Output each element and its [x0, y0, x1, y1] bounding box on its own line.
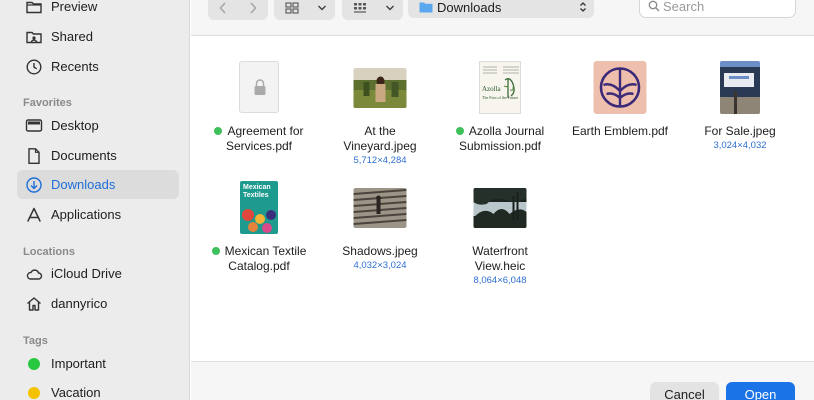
- sidebar: Preview Shared Recents Favorites Desktop…: [0, 0, 190, 400]
- file-name: For Sale.jpeg: [704, 124, 776, 138]
- file-name: Shadows.jpeg: [342, 244, 418, 258]
- green-tag-dot: [211, 247, 220, 255]
- sidebar-item-label: Important: [51, 356, 106, 371]
- journal-title: Azolla: [482, 85, 501, 93]
- chevron-left-icon: [219, 2, 226, 14]
- file-dimensions: 8,064×6,048: [473, 275, 527, 286]
- sidebar-item-label: Documents: [51, 148, 117, 163]
- nav-button-group: [208, 0, 268, 20]
- file-name: Earth Emblem.pdf: [571, 124, 669, 138]
- dialog-footer: Cancel Open: [191, 361, 814, 400]
- location-popup[interactable]: Downloads: [408, 0, 594, 18]
- sidebar-tag-important[interactable]: Important: [17, 349, 179, 378]
- search-placeholder: Search: [663, 0, 705, 14]
- location-label: Downloads: [437, 0, 502, 15]
- view-mode-button[interactable]: [274, 0, 335, 20]
- cancel-button[interactable]: Cancel: [650, 382, 719, 400]
- folder-icon: [419, 2, 433, 13]
- image-thumbnail: [353, 68, 407, 108]
- file-name: Vineyard.jpeg: [343, 139, 417, 153]
- file-dimensions: 4,032×3,024: [353, 260, 407, 271]
- sidebar-tag-vacation[interactable]: Vacation: [17, 378, 179, 400]
- green-tag-dot: [28, 357, 40, 370]
- forward-button[interactable]: [238, 0, 268, 20]
- file-name: View.heic: [474, 259, 526, 273]
- green-tag-dot: [214, 127, 223, 135]
- favorites-header: Favorites: [23, 97, 72, 109]
- green-tag-dot: [455, 127, 464, 135]
- sidebar-item-label: dannyrico: [51, 296, 108, 311]
- sidebar-item-preview[interactable]: Preview: [17, 0, 179, 21]
- download-icon: [17, 176, 51, 194]
- back-button[interactable]: [208, 0, 238, 20]
- image-thumbnail: [720, 61, 760, 114]
- chevron-down-icon: [378, 0, 402, 20]
- file-grid: Agreement for Services.pdf At the Vineya…: [191, 37, 814, 361]
- clock-icon: [17, 58, 51, 76]
- up-down-chevron-icon: [580, 2, 586, 12]
- shared-folder-icon: [17, 28, 51, 46]
- lock-icon: [254, 79, 266, 95]
- pdf-thumbnail: [239, 61, 279, 113]
- chevron-right-icon: [250, 2, 257, 14]
- sidebar-item-icloud-drive[interactable]: iCloud Drive: [17, 259, 179, 288]
- group-mode-button[interactable]: [342, 0, 403, 20]
- chevron-down-icon: [310, 0, 334, 20]
- file-name: Waterfront: [472, 244, 528, 258]
- file-name: Submission.pdf: [458, 139, 542, 153]
- yellow-tag-dot: [28, 386, 40, 399]
- sidebar-item-documents[interactable]: Documents: [17, 141, 179, 170]
- sidebar-item-label: Vacation: [51, 385, 101, 400]
- sidebar-item-downloads[interactable]: Downloads: [17, 170, 179, 199]
- cloud-icon: [17, 265, 51, 283]
- toolbar: Downloads Search: [191, 0, 814, 36]
- sidebar-item-recents[interactable]: Recents: [17, 52, 179, 81]
- sidebar-item-home[interactable]: dannyrico: [17, 289, 179, 318]
- image-thumbnail: [473, 188, 527, 228]
- sidebar-item-label: iCloud Drive: [51, 266, 122, 281]
- search-icon: [648, 0, 660, 12]
- file-name: Catalog.pdf: [228, 259, 290, 273]
- sidebar-item-shared[interactable]: Shared: [17, 22, 179, 51]
- catalog-title: Mexican Textiles: [243, 184, 271, 199]
- file-dimensions: 5,712×4,284: [353, 155, 407, 166]
- open-button[interactable]: Open: [726, 382, 795, 400]
- document-icon: [17, 147, 51, 165]
- folder-icon: [17, 0, 51, 16]
- earth-emblem-icon: [599, 67, 641, 108]
- sidebar-item-label: Applications: [51, 207, 122, 222]
- pdf-thumbnail: Azolla The Fern of the Future: [479, 61, 521, 114]
- pdf-thumbnail: Mexican Textiles: [240, 181, 278, 234]
- sidebar-item-desktop[interactable]: Desktop: [17, 111, 179, 140]
- sidebar-item-label: Shared: [51, 29, 93, 44]
- search-input[interactable]: Search: [639, 0, 796, 18]
- sidebar-item-label: Recents: [51, 59, 99, 74]
- tags-header: Tags: [23, 335, 48, 347]
- applications-icon: [17, 206, 51, 224]
- image-thumbnail: [353, 188, 407, 228]
- journal-subtitle: The Fern of the Future: [482, 95, 519, 100]
- desktop-icon: [17, 117, 51, 135]
- file-name: Agreement for: [227, 124, 304, 138]
- file-name: Services.pdf: [225, 139, 293, 153]
- file-name: Mexican Textile: [224, 244, 307, 258]
- file-name: Azolla Journal: [468, 124, 545, 138]
- group-grid-icon: [342, 0, 378, 20]
- sidebar-item-label: Downloads: [51, 177, 116, 192]
- file-dimensions: 3,024×4,032: [713, 140, 767, 151]
- home-icon: [17, 295, 51, 313]
- sidebar-item-applications[interactable]: Applications: [17, 200, 179, 229]
- icon-view-icon: [274, 0, 310, 20]
- file-name: At the: [364, 124, 396, 138]
- pdf-thumbnail: [593, 61, 647, 114]
- sidebar-item-label: Desktop: [51, 118, 99, 133]
- locations-header: Locations: [23, 246, 75, 258]
- sidebar-item-label: Preview: [51, 0, 98, 14]
